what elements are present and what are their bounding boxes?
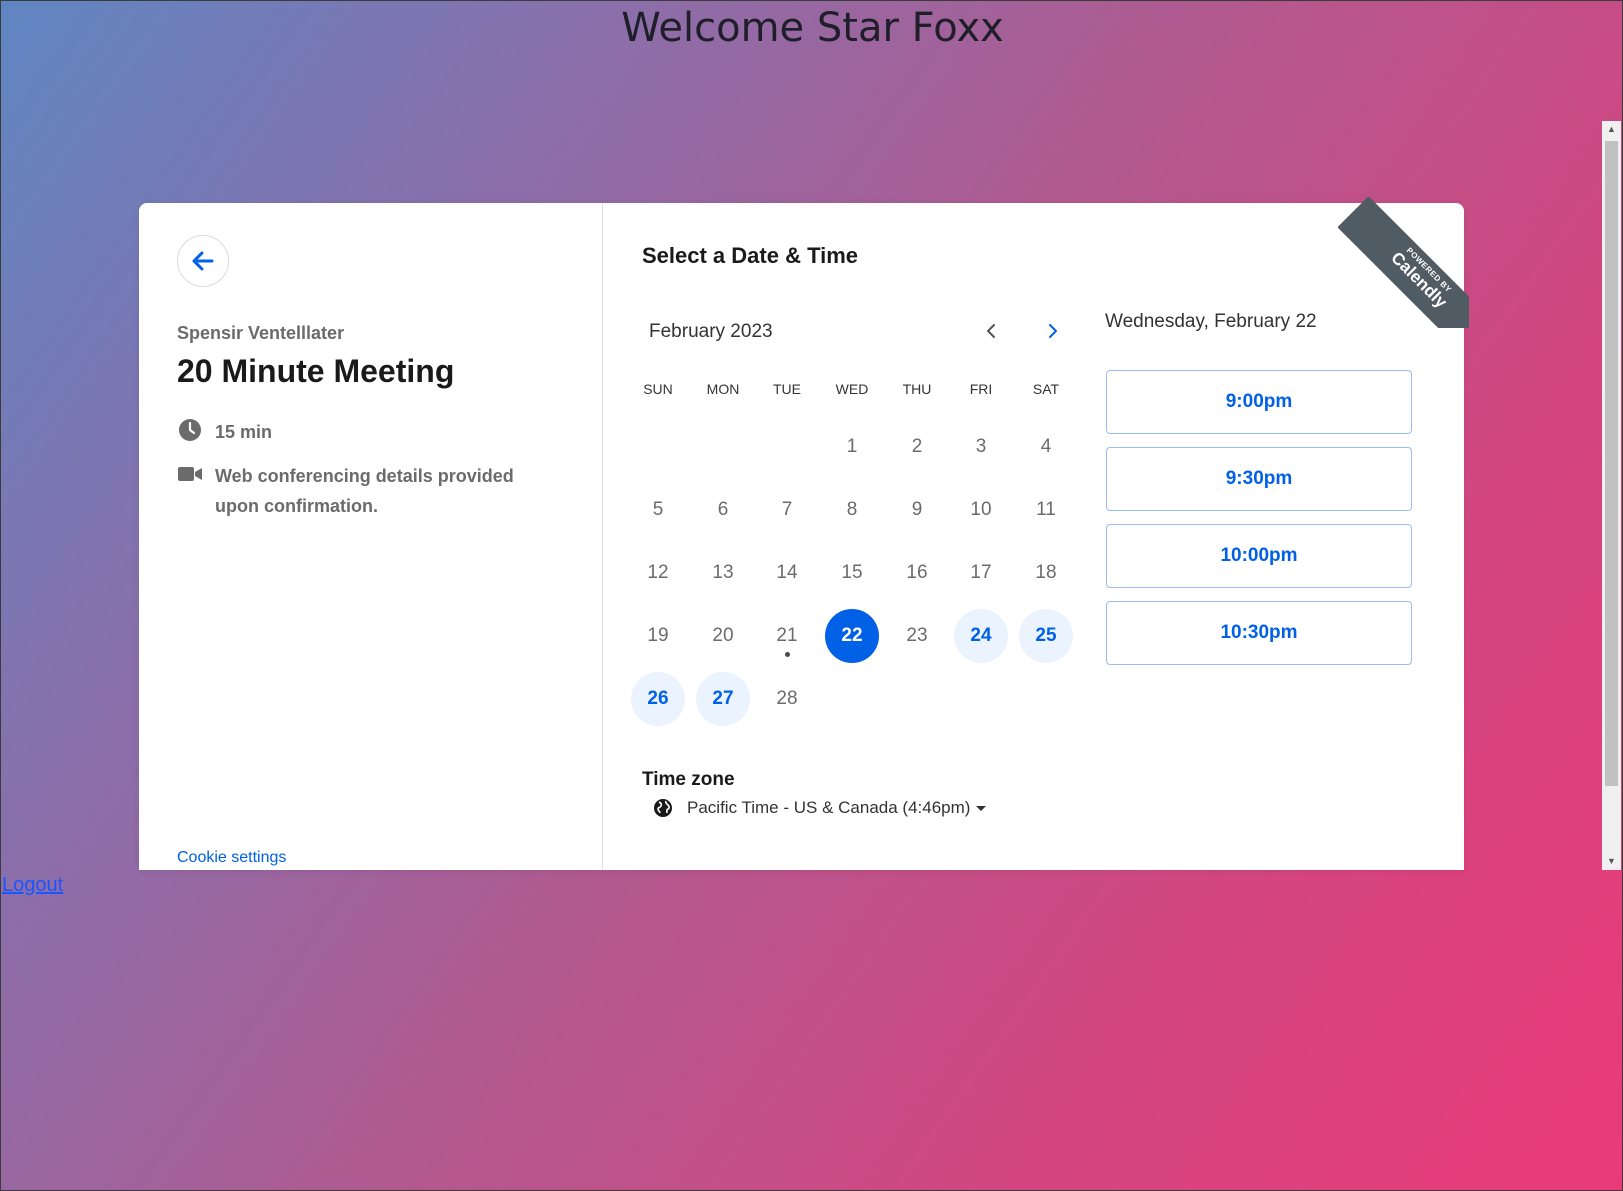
scroll-down-arrow-icon[interactable]: ▼ [1602, 853, 1621, 870]
selected-date-heading: Wednesday, February 22 [1105, 311, 1317, 332]
prev-month-button[interactable] [973, 313, 1009, 349]
calendar-day-27[interactable]: 27 [696, 672, 750, 726]
weekday-thu: THU [902, 381, 932, 397]
month-label: February 2023 [649, 321, 773, 342]
organizer-name: Spensir Ventelllater [177, 323, 345, 343]
conferencing-text: Web conferencing details provided upon c… [215, 466, 514, 516]
calendar-day-3: 3 [975, 436, 987, 457]
event-title: 20 Minute Meeting [177, 353, 455, 389]
ribbon-band[interactable]: POWERED BY Calendly [1338, 197, 1469, 328]
calendar-day-17: 17 [970, 562, 992, 583]
section-title: Select a Date & Time [642, 243, 859, 268]
page-title: Welcome Star Foxx [621, 5, 1004, 51]
video-camera-icon [177, 461, 203, 487]
calendar-day-7: 7 [781, 499, 793, 520]
weekday-fri: FRI [969, 381, 993, 397]
time-slot-button[interactable]: 10:30pm [1106, 601, 1412, 665]
chevron-right-icon [1049, 324, 1057, 338]
calendar-day-20: 20 [712, 625, 734, 646]
calendar-day-19: 19 [647, 625, 669, 646]
globe-icon [654, 799, 672, 817]
back-button[interactable] [177, 235, 229, 287]
calendar-day-6: 6 [717, 499, 729, 520]
caret-down-icon [976, 805, 987, 811]
calendar-day-15: 15 [841, 562, 863, 583]
weekday-wed: WED [835, 381, 869, 397]
conferencing-row: Web conferencing details provided upon c… [177, 461, 557, 521]
time-slot-button[interactable]: 9:00pm [1106, 370, 1412, 434]
next-month-button[interactable] [1035, 313, 1071, 349]
calendar-day-26[interactable]: 26 [631, 672, 685, 726]
timezone-select[interactable]: Pacific Time - US & Canada (4:46pm) [653, 798, 987, 818]
calendar-day-2: 2 [911, 436, 923, 457]
calendar-day-23: 23 [906, 625, 928, 646]
calendar-day-5: 5 [652, 499, 664, 520]
arrow-left-icon [192, 251, 214, 271]
time-slot-button[interactable]: 10:00pm [1106, 524, 1412, 588]
time-slot-button[interactable]: 9:30pm [1106, 447, 1412, 511]
logout-link[interactable]: Logout [2, 874, 63, 897]
calendar-day-16: 16 [906, 562, 928, 583]
calendar-day-11: 11 [1036, 499, 1056, 520]
weekday-mon: MON [706, 381, 740, 397]
event-details-pane: Spensir Ventelllater 20 Minute Meeting 1… [139, 203, 603, 870]
calendar-day-9: 9 [911, 499, 923, 520]
calendar-day-13: 13 [712, 562, 734, 583]
powered-by-calendly-ribbon[interactable]: POWERED BY Calendly [1338, 197, 1469, 328]
calendar-day-22[interactable]: 22 [825, 609, 879, 663]
weekday-sun: SUN [643, 381, 673, 397]
calendar-day-12: 12 [647, 562, 669, 583]
calendar-day-24[interactable]: 24 [954, 609, 1008, 663]
calendar-day-14: 14 [776, 562, 798, 583]
calendar-day-18: 18 [1035, 562, 1057, 583]
clock-icon [177, 417, 203, 443]
calendar-day-1: 1 [846, 436, 858, 457]
calendar-day-4: 4 [1040, 436, 1052, 457]
ribbon-brand: Calendly [1387, 248, 1451, 312]
timezone-value: Pacific Time - US & Canada (4:46pm) [687, 798, 971, 817]
calendar-day-10: 10 [970, 499, 992, 520]
calendar-day-28: 28 [776, 688, 798, 709]
scrollbar-thumb[interactable] [1605, 141, 1618, 786]
duration-text: 15 min [215, 422, 273, 442]
calendar-day-8: 8 [846, 499, 858, 520]
today-indicator-dot [785, 652, 790, 657]
timezone-title: Time zone [642, 769, 735, 790]
calendar-day-25[interactable]: 25 [1019, 609, 1073, 663]
scroll-up-arrow-icon[interactable]: ▲ [1602, 121, 1621, 138]
cookie-settings-link[interactable]: Cookie settings [177, 849, 286, 867]
weekday-tue: TUE [773, 381, 801, 397]
scrollbar[interactable]: ▲ ▼ [1602, 121, 1621, 870]
duration-row: 15 min [177, 417, 272, 447]
chevron-left-icon [987, 324, 995, 338]
weekday-sat: SAT [1032, 381, 1060, 397]
date-time-pane: Select a Date & Time February 2023 SUN MO… [603, 203, 1464, 870]
scheduling-widget: Spensir Ventelllater 20 Minute Meeting 1… [139, 203, 1464, 870]
